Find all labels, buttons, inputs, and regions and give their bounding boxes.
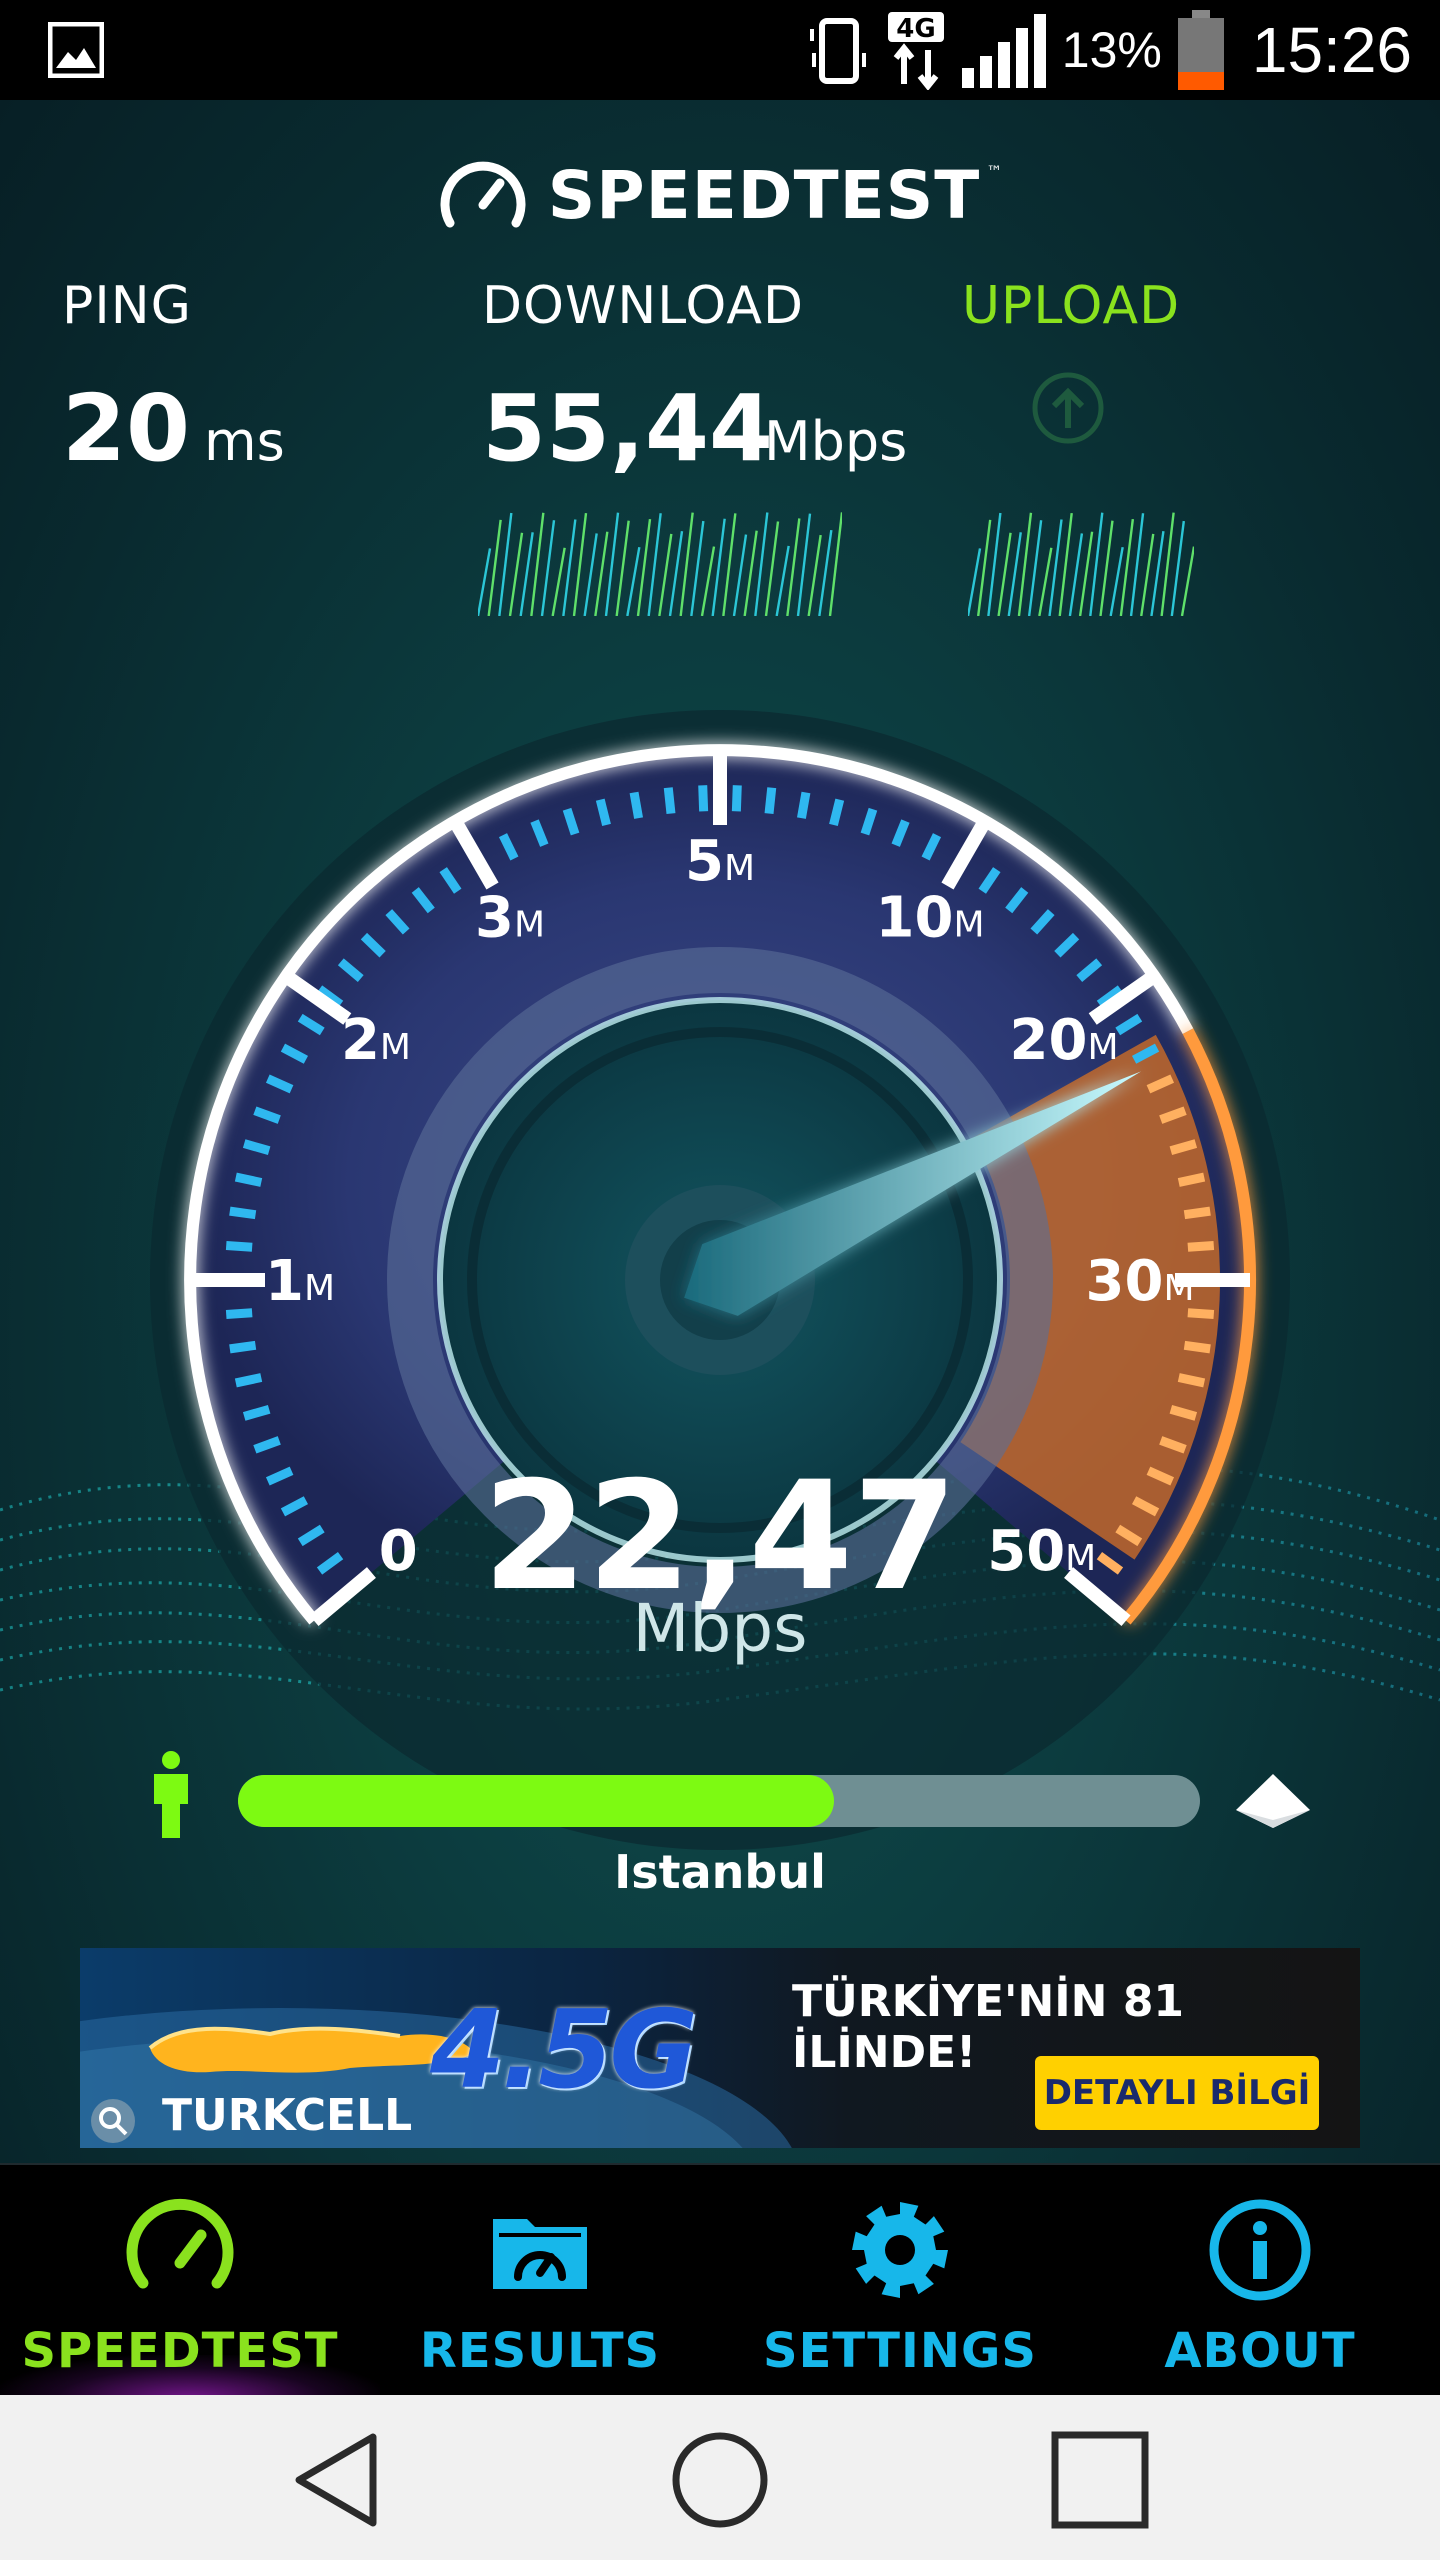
- test-progress-fill: [238, 1775, 835, 1827]
- system-navigation-bar: [0, 2395, 1440, 2560]
- download-waveform: [478, 512, 842, 616]
- status-bar: 4G 13% 15:26: [0, 0, 1440, 100]
- tab-speedtest[interactable]: SPEEDTEST: [0, 2165, 360, 2397]
- gear-icon: [852, 2202, 948, 2298]
- gauge-minor-tick: [225, 1240, 253, 1252]
- vibrate-icon: [809, 18, 866, 84]
- status-icons: 4G 13% 15:26: [804, 0, 1412, 100]
- upload-waveform: [968, 512, 1194, 616]
- gauge-minor-tick: [1177, 1373, 1206, 1388]
- info-icon: [1209, 2199, 1311, 2301]
- gauge-minor-tick: [797, 791, 811, 819]
- svg-text:4G: 4G: [896, 14, 935, 44]
- gauge-minor-tick: [229, 1206, 257, 1220]
- speedtest-app: SPEEDTEST ™ PING 20 ms DOWNLOAD 55,44 Mb…: [0, 100, 1440, 2163]
- clock: 15:26: [1251, 14, 1412, 86]
- gallery-icon: [48, 22, 104, 78]
- tab-speedtest-label: SPEEDTEST: [21, 2323, 339, 2379]
- gauge-minor-tick: [663, 787, 676, 815]
- gauge-minor-tick: [1183, 1206, 1211, 1220]
- recents-icon[interactable]: [1045, 2425, 1155, 2535]
- home-icon[interactable]: [665, 2425, 775, 2535]
- gauge-minor-tick: [595, 798, 611, 827]
- upload-label: UPLOAD: [962, 276, 1181, 336]
- logo-text: SPEEDTEST: [547, 156, 981, 234]
- speedtest-logo: SPEEDTEST ™: [0, 150, 1440, 240]
- gauge-minor-tick: [629, 791, 643, 819]
- download-value: 55,44: [482, 375, 774, 482]
- gauge-minor-tick: [764, 787, 777, 815]
- test-progress-bar: [238, 1775, 1200, 1827]
- gauge-minor-tick: [829, 798, 845, 827]
- gauge-minor-tick: [225, 1308, 253, 1320]
- current-speed-unit: Mbps: [632, 1590, 808, 1667]
- ad-product-logo: 4.5G: [430, 1988, 698, 2113]
- screen: 4G 13% 15:26 SPEEDTEST ™ PING 20 ms DOWN…: [0, 0, 1440, 2560]
- speedometer-logo-icon: [440, 161, 526, 228]
- person-icon: [154, 1751, 188, 1838]
- 4g-data-icon: 4G: [887, 12, 944, 90]
- back-icon[interactable]: [285, 2425, 395, 2535]
- gauge-minor-tick: [1187, 1308, 1215, 1320]
- signal-icon: [961, 14, 1046, 88]
- tab-settings[interactable]: SETTINGS: [720, 2165, 1080, 2397]
- advertisement-banner[interactable]: 4.5G TURKCELL TÜRKİYE'NİN 81 İLİNDE! DET…: [80, 1948, 1360, 2148]
- ad-choices-icon[interactable]: [88, 2096, 138, 2146]
- server-icon: [1236, 1774, 1310, 1828]
- ping-unit: ms: [204, 410, 285, 473]
- tab-about-label: ABOUT: [1164, 2323, 1356, 2379]
- gauge-minor-tick: [731, 785, 742, 812]
- tab-results[interactable]: RESULTS: [360, 2165, 720, 2397]
- results-folder-icon: [493, 2219, 587, 2289]
- download-unit: Mbps: [764, 410, 908, 473]
- ping-value: 20: [62, 375, 191, 482]
- battery-percent: 13%: [1061, 22, 1162, 78]
- server-location: Istanbul: [614, 1845, 826, 1899]
- gauge-minor-tick: [1187, 1240, 1215, 1252]
- upload-arrow-icon: [1032, 372, 1104, 444]
- tab-about[interactable]: ABOUT: [1080, 2165, 1440, 2397]
- bottom-navigation: SPEEDTEST RESULTS SETTINGS ABOUT: [0, 2163, 1440, 2399]
- tab-settings-label: SETTINGS: [763, 2323, 1037, 2379]
- gauge-minor-tick: [698, 785, 709, 812]
- ad-details-button[interactable]: DETAYLI BİLGİ: [1035, 2056, 1319, 2130]
- gauge-minor-tick: [1183, 1340, 1211, 1354]
- tab-results-label: RESULTS: [419, 2323, 661, 2379]
- battery-icon: [1177, 10, 1224, 90]
- gauge-minor-tick: [234, 1172, 263, 1187]
- download-label: DOWNLOAD: [482, 276, 805, 336]
- turkey-map-graphic: [148, 2026, 474, 2073]
- gauge-minor-tick: [229, 1340, 257, 1354]
- logo-trademark: ™: [986, 162, 1003, 181]
- ping-label: PING: [62, 276, 192, 336]
- ad-brand: TURKCELL: [162, 2090, 413, 2141]
- gauge-minor-tick: [1177, 1172, 1206, 1187]
- gauge-minor-tick: [234, 1373, 263, 1388]
- speedometer-icon: [126, 2198, 234, 2289]
- speed-gauge: 01M2M3M5M10M20M30M50M: [150, 710, 1290, 1850]
